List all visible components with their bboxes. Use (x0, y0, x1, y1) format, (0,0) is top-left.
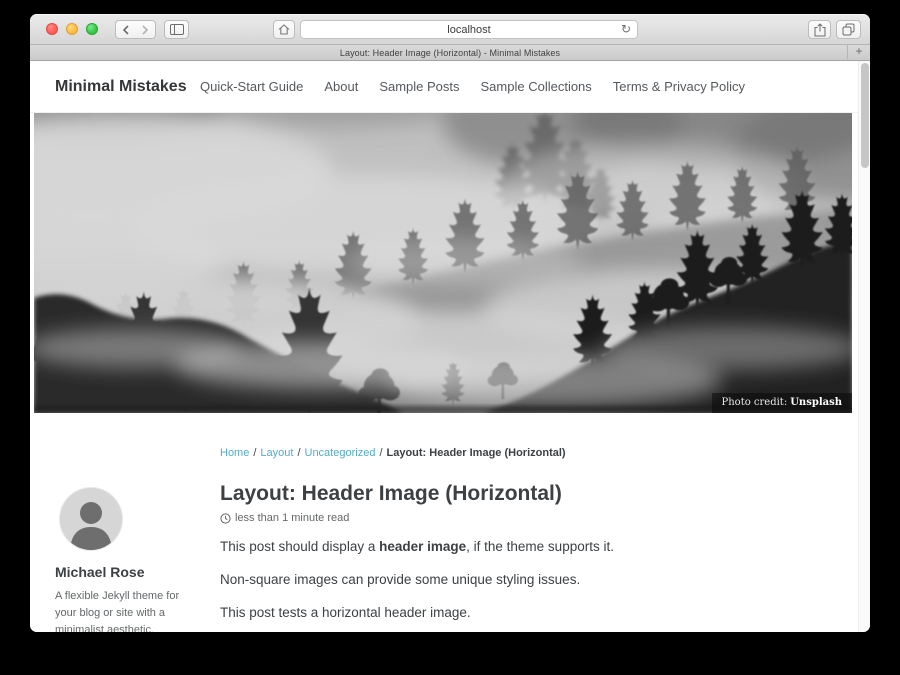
browser-toolbar: ↻ (30, 14, 870, 45)
author-bio: A flexible Jekyll theme for your blog or… (55, 588, 183, 632)
read-time: less than 1 minute read (235, 512, 349, 524)
paragraph-3: This post tests a horizontal header imag… (220, 604, 840, 621)
nav-item-quick-start-guide[interactable]: Quick-Start Guide (200, 79, 303, 94)
back-button[interactable] (115, 20, 136, 39)
post-body: This post should display a header image,… (220, 538, 840, 621)
person-silhouette-icon (60, 488, 122, 550)
paragraph-2: Non-square images can provide some uniqu… (220, 571, 840, 588)
home-icon (278, 24, 290, 35)
chevron-left-icon (122, 25, 130, 35)
share-icon (814, 23, 826, 37)
breadcrumb-layout[interactable]: Layout (260, 447, 293, 459)
chevron-right-icon (141, 25, 149, 35)
nav-item-about[interactable]: About (324, 79, 358, 94)
forward-button[interactable] (135, 20, 156, 39)
breadcrumb-home[interactable]: Home (220, 447, 249, 459)
tab-bar: Layout: Header Image (Horizontal) - Mini… (30, 45, 870, 61)
site-nav: Quick-Start Guide About Sample Posts Sam… (200, 79, 745, 94)
fullscreen-window-button[interactable] (86, 23, 98, 35)
clock-icon (220, 513, 231, 524)
address-bar[interactable] (300, 20, 638, 39)
minimize-window-button[interactable] (66, 23, 78, 35)
scrollbar-thumb[interactable] (861, 63, 869, 168)
scrollbar-track[interactable] (858, 61, 870, 632)
article: Layout: Header Image (Horizontal) less t… (220, 481, 840, 632)
tabs-icon (842, 23, 855, 36)
nav-item-sample-collections[interactable]: Sample Collections (481, 79, 592, 94)
share-button[interactable] (808, 20, 831, 39)
active-tab[interactable]: Layout: Header Image (Horizontal) - Mini… (340, 48, 560, 58)
breadcrumb-current: Layout: Header Image (Horizontal) (387, 447, 566, 459)
header-image: Photo credit:Unsplash (34, 113, 852, 413)
browser-window: ↻ Layout: Header Image (Horizontal) - Mi… (30, 14, 870, 632)
page-title: Layout: Header Image (Horizontal) (220, 481, 840, 507)
foggy-forest-illustration (34, 113, 852, 413)
paragraph-1-bold: header image (379, 539, 466, 554)
nav-item-sample-posts[interactable]: Sample Posts (379, 79, 459, 94)
breadcrumb-uncategorized[interactable]: Uncategorized (305, 447, 376, 459)
photo-credit: Photo credit:Unsplash (712, 393, 853, 413)
close-window-button[interactable] (46, 23, 58, 35)
paragraph-1-tail: , if the theme supports it. (466, 539, 614, 554)
author-sidebar: Michael Rose A flexible Jekyll theme for… (55, 488, 195, 632)
breadcrumb-separator: / (379, 447, 382, 459)
home-button[interactable] (273, 20, 295, 39)
nav-item-terms-privacy-policy[interactable]: Terms & Privacy Policy (613, 79, 745, 94)
breadcrumb: Home/Layout/Uncategorized/Layout: Header… (220, 447, 566, 459)
sidebar-toggle-button[interactable] (164, 20, 189, 39)
avatar (60, 488, 122, 550)
site-title-link[interactable]: Minimal Mistakes (55, 78, 200, 96)
photo-credit-link[interactable]: Unsplash (790, 397, 842, 408)
post-meta: less than 1 minute read (220, 511, 840, 525)
photo-credit-label: Photo credit: (722, 397, 788, 408)
reload-icon[interactable]: ↻ (618, 22, 634, 38)
paragraph-1-text: This post should display a (220, 539, 379, 554)
site-masthead: Minimal Mistakes Quick-Start Guide About… (30, 61, 870, 113)
paragraph-1: This post should display a header image,… (220, 538, 840, 555)
breadcrumb-separator: / (297, 447, 300, 459)
sidebar-icon (170, 24, 184, 35)
new-tab-button[interactable]: + (847, 45, 870, 59)
tab-overview-button[interactable] (836, 20, 861, 39)
page-viewport: Minimal Mistakes Quick-Start Guide About… (30, 61, 870, 632)
breadcrumb-separator: / (253, 447, 256, 459)
author-name: Michael Rose (55, 564, 195, 580)
